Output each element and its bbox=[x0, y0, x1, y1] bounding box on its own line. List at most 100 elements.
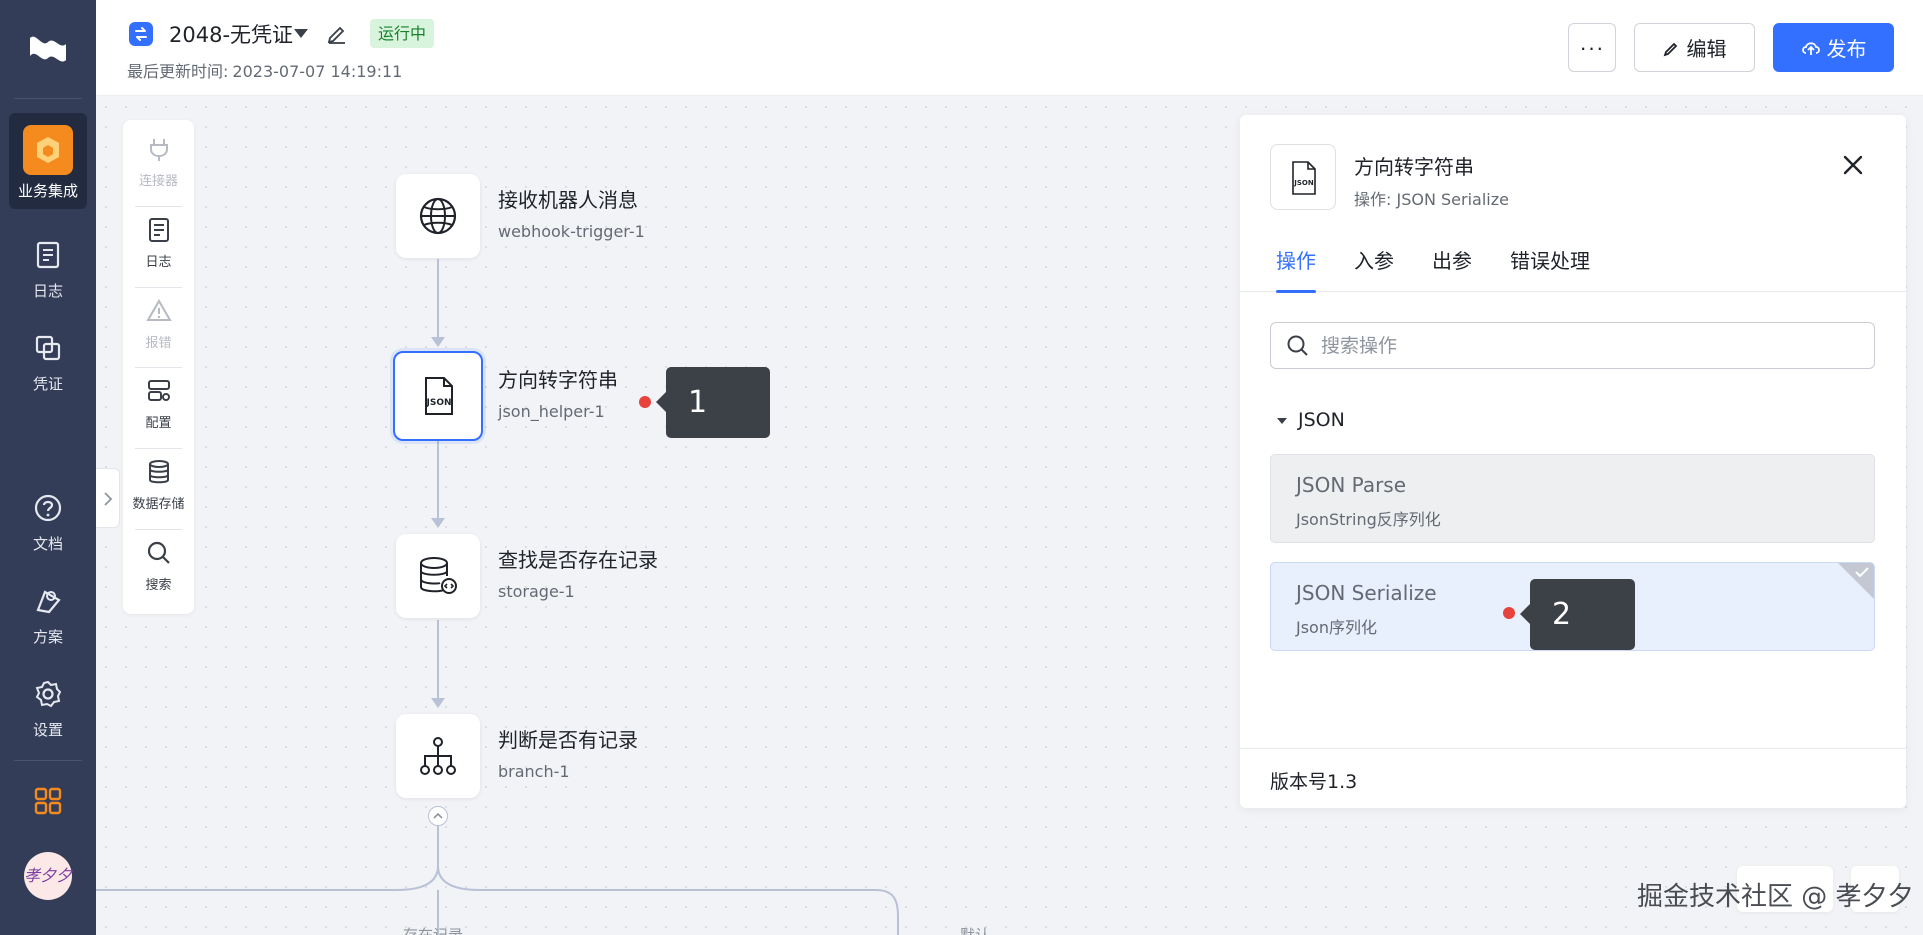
flow-node-id: branch-1 bbox=[498, 762, 570, 781]
search-input[interactable] bbox=[1321, 323, 1861, 368]
app-rail: 业务集成 日志 凭证 文档 方案 设置 孝夕夕 bbox=[0, 0, 96, 935]
rail-item-label: 文档 bbox=[32, 535, 63, 553]
flow-connector bbox=[437, 441, 439, 518]
panel-footer: 版本号1.3 bbox=[1240, 748, 1906, 808]
last-updated-label: 最后更新时间: bbox=[127, 62, 229, 81]
svg-text:JSON: JSON bbox=[425, 398, 451, 408]
operation-search[interactable] bbox=[1270, 322, 1875, 369]
tool-label: 报错 bbox=[145, 336, 172, 351]
log-icon bbox=[149, 218, 169, 242]
check-icon bbox=[1855, 567, 1869, 578]
tool-label: 日志 bbox=[145, 255, 172, 270]
watermark: 掘金技术社区 @ 孝夕夕 bbox=[1637, 882, 1914, 912]
annotation-marker: 2 bbox=[1520, 579, 1635, 650]
flow-node-json-helper[interactable]: JSON bbox=[393, 351, 483, 441]
flow-node-title: 查找是否存在记录 bbox=[498, 548, 658, 572]
integration-icon bbox=[23, 125, 73, 175]
last-updated-value: 2023-07-07 14:19:11 bbox=[232, 62, 403, 81]
operation-group-header[interactable]: JSON bbox=[1276, 409, 1345, 431]
tool-config[interactable]: 配置 bbox=[123, 362, 194, 442]
flow-node-title: 判断是否有记录 bbox=[498, 728, 638, 752]
panel-tabs: 操作 入参 出参 错误处理 bbox=[1240, 245, 1906, 293]
group-label: JSON bbox=[1298, 409, 1345, 431]
tab-error-handling[interactable]: 错误处理 bbox=[1510, 245, 1590, 292]
rail-item-label: 日志 bbox=[32, 282, 63, 300]
panel-title: 方向转字符串 bbox=[1354, 155, 1474, 179]
rename-pencil-icon[interactable] bbox=[326, 22, 348, 44]
last-updated: 最后更新时间: 2023-07-07 14:19:11 bbox=[127, 58, 402, 82]
json-file-icon: JSON bbox=[1292, 161, 1316, 195]
page-title[interactable]: 2048-无凭证 bbox=[169, 19, 293, 49]
annotation-dot bbox=[1503, 607, 1515, 619]
flow-node-branch[interactable] bbox=[396, 714, 480, 798]
flow-node-storage[interactable] bbox=[396, 534, 480, 618]
json-file-icon: JSON bbox=[425, 377, 453, 415]
tool-label: 搜索 bbox=[145, 578, 172, 593]
rail-item-docs[interactable]: 文档 bbox=[9, 475, 87, 571]
config-icon bbox=[148, 380, 170, 401]
more-button[interactable]: ··· bbox=[1568, 23, 1616, 72]
flow-node-title: 方向转字符串 bbox=[498, 368, 618, 392]
search-icon bbox=[1287, 335, 1308, 356]
publish-button-label: 发布 bbox=[1826, 39, 1867, 61]
tool-label: 配置 bbox=[145, 416, 172, 431]
rail-item-settings[interactable]: 设置 bbox=[9, 661, 87, 757]
flow-node-id: storage-1 bbox=[498, 582, 575, 601]
solution-icon bbox=[36, 590, 61, 614]
warning-icon bbox=[146, 299, 172, 321]
tab-input-params[interactable]: 入参 bbox=[1354, 245, 1394, 292]
branch-collapse-button[interactable] bbox=[428, 806, 448, 826]
arrow-head bbox=[431, 698, 445, 708]
status-badge: 运行中 bbox=[370, 19, 435, 48]
rail-item-label: 业务集成 bbox=[17, 182, 78, 200]
cloud-upload-icon bbox=[1801, 41, 1820, 55]
branch-label: 默认 bbox=[960, 926, 991, 935]
edit-button-label: 编辑 bbox=[1686, 39, 1727, 61]
branch-connectors bbox=[96, 826, 899, 935]
app-grid-icon[interactable] bbox=[33, 786, 63, 816]
tab-output-params[interactable]: 出参 bbox=[1432, 245, 1472, 292]
tool-data-storage[interactable]: 数据存储 bbox=[123, 443, 194, 523]
edit-button[interactable]: 编辑 bbox=[1634, 23, 1755, 72]
rail-divider bbox=[14, 760, 82, 761]
close-icon[interactable] bbox=[1840, 152, 1866, 178]
panel-collapse-toggle[interactable] bbox=[96, 468, 120, 528]
rail-item-label: 方案 bbox=[32, 628, 63, 646]
flow-node-id: webhook-trigger-1 bbox=[498, 222, 645, 241]
rail-item-solution[interactable]: 方案 bbox=[9, 568, 87, 664]
arrow-head bbox=[431, 518, 445, 528]
chevron-down-icon[interactable] bbox=[292, 26, 310, 40]
gear-icon bbox=[35, 680, 62, 708]
operation-item-json-parse[interactable]: JSON Parse JsonString反序列化 bbox=[1270, 454, 1875, 543]
tool-log[interactable]: 日志 bbox=[123, 201, 194, 281]
brand-logo-icon[interactable] bbox=[26, 30, 70, 70]
rail-item-label: 凭证 bbox=[32, 375, 63, 393]
caret-down-icon bbox=[1277, 417, 1287, 424]
credential-icon bbox=[35, 335, 61, 361]
globe-icon bbox=[419, 197, 457, 235]
tool-error[interactable]: 报错 bbox=[123, 282, 194, 362]
database-icon bbox=[149, 460, 169, 484]
flow-connector bbox=[437, 620, 439, 698]
rail-item-log[interactable]: 日志 bbox=[9, 222, 87, 318]
flow-node-title: 接收机器人消息 bbox=[498, 188, 638, 212]
chevron-up-icon bbox=[433, 812, 443, 819]
flow-connector bbox=[437, 259, 439, 337]
flow-node-webhook[interactable] bbox=[396, 174, 480, 258]
publish-button[interactable]: 发布 bbox=[1773, 23, 1894, 72]
avatar[interactable]: 孝夕夕 bbox=[24, 852, 72, 900]
page-header: 2048-无凭证 运行中 最后更新时间: 2023-07-07 14:19:11 … bbox=[96, 0, 1923, 96]
rail-item-credential[interactable]: 凭证 bbox=[9, 315, 87, 411]
operation-desc: Json序列化 bbox=[1296, 618, 1377, 637]
database-search-icon bbox=[420, 557, 457, 594]
pencil-icon bbox=[1663, 42, 1677, 56]
flow-node-id: json_helper-1 bbox=[498, 402, 605, 421]
tool-connector[interactable]: 连接器 bbox=[123, 120, 194, 200]
tool-label: 连接器 bbox=[138, 174, 178, 189]
branch-label: 存在记录 bbox=[403, 926, 464, 935]
operation-name: JSON Parse bbox=[1296, 473, 1407, 497]
tab-operation[interactable]: 操作 bbox=[1276, 245, 1316, 293]
flow-icon bbox=[129, 22, 153, 46]
tool-search[interactable]: 搜索 bbox=[123, 524, 194, 604]
rail-item-integration[interactable]: 业务集成 bbox=[9, 113, 87, 209]
